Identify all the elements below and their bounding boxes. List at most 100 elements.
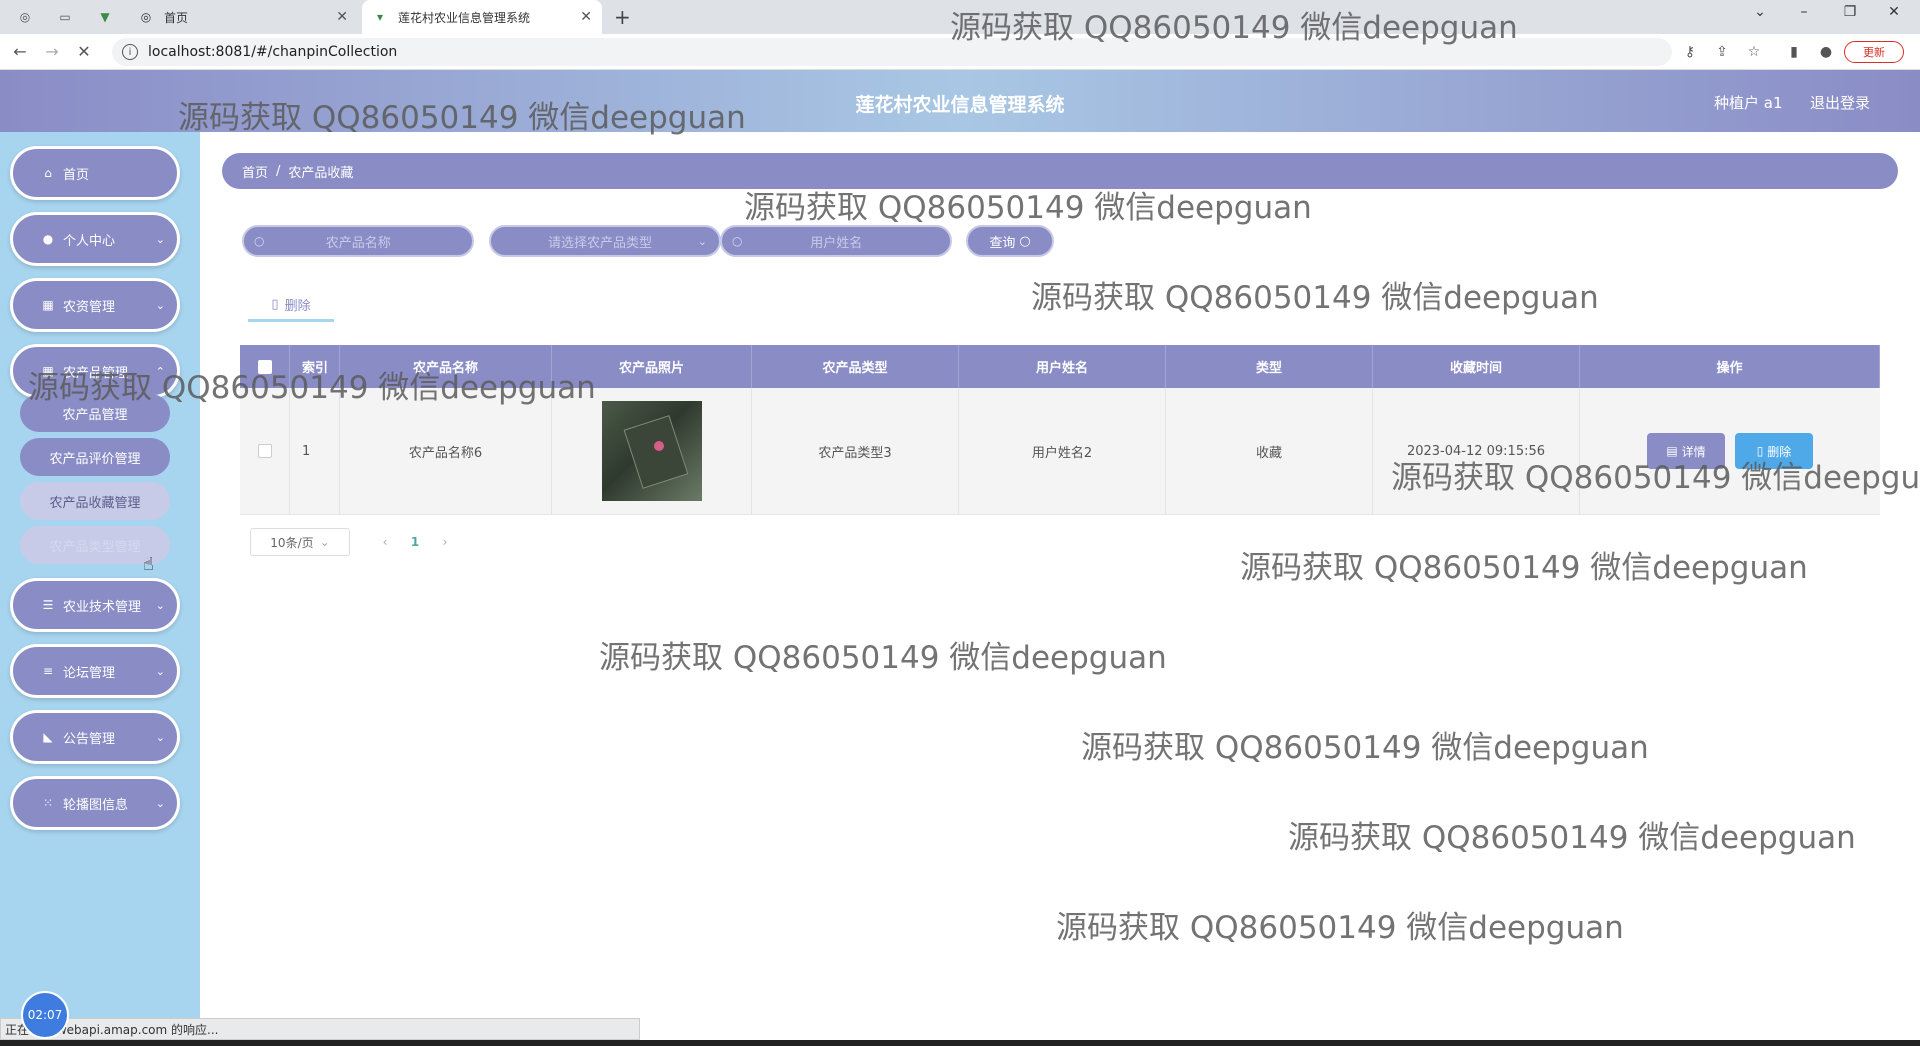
watermark: 源码获取 QQ86050149 微信deepguan (1288, 820, 1856, 856)
sidebar-item-forum[interactable]: ≡ 论坛管理 ⌄ (10, 644, 180, 698)
chevron-down-icon: ⌄ (319, 535, 330, 549)
submenu-product-reviews[interactable]: 农产品评价管理 (20, 438, 170, 476)
browser-update-button[interactable]: 更新 (1844, 41, 1904, 63)
app-header: 莲花村农业信息管理系统 种植户 a1 退出登录 (0, 70, 1920, 132)
detail-button[interactable]: ▤ 详情 (1647, 433, 1725, 469)
sidebar-item-carousel[interactable]: ⁙ 轮播图信息 ⌄ (10, 776, 180, 830)
submenu-product-favorites[interactable]: 农产品收藏管理 (20, 482, 170, 520)
favorite-time-cell: 2023-04-12 09:15:56 (1373, 388, 1580, 514)
product-name-input[interactable]: ○ 农产品名称 (242, 225, 474, 257)
column-header: 农产品类型 (752, 345, 959, 388)
close-icon[interactable]: ✕ (336, 9, 348, 25)
browser-status-bar: 正在等待 webapi.amap.com 的响应... (0, 1018, 640, 1040)
back-icon[interactable]: ← (8, 42, 32, 61)
grid-icon: ▦ (42, 298, 54, 312)
column-header: 农产品名称 (340, 345, 552, 388)
browser-address-bar: ← → ✕ i localhost:8081/#/chanpinCollecti… (0, 34, 1920, 70)
document-icon: ▤ (1666, 444, 1678, 458)
forward-icon[interactable]: → (40, 42, 64, 61)
user-icon: ● (42, 232, 54, 246)
select-all-checkbox[interactable] (257, 359, 272, 374)
page-size-select[interactable]: 10条/页 ⌄ (250, 528, 350, 556)
search-icon: ○ (1019, 233, 1031, 249)
prev-page-icon[interactable]: ‹ (370, 535, 400, 549)
search-icon: ○ (254, 234, 265, 248)
key-icon[interactable]: ⚷ (1680, 44, 1700, 60)
pinned-tab-icon[interactable]: ◎ (16, 8, 34, 26)
star-icon[interactable]: ☆ (1744, 44, 1764, 60)
maximize-icon[interactable]: ❐ (1830, 4, 1870, 20)
sidebar-item-supplies[interactable]: ▦ 农资管理 ⌄ (10, 278, 180, 332)
chevron-down-icon: ⌄ (155, 598, 165, 612)
sidebar-item-profile[interactable]: ● 个人中心 ⌄ (10, 212, 180, 266)
chevron-down-icon: ⌄ (155, 232, 165, 246)
column-header: 索引 (290, 345, 340, 388)
close-icon[interactable]: ✕ (580, 9, 592, 25)
breadcrumb-current: 农产品收藏 (288, 165, 354, 181)
table-row: 1 农产品名称6 农产品类型3 用户姓名2 收藏 2023-04-12 09:1… (240, 388, 1880, 515)
product-photo[interactable] (601, 401, 702, 501)
column-header: 农产品照片 (552, 345, 752, 388)
breadcrumb-home[interactable]: 首页 (242, 162, 268, 181)
minimize-icon[interactable]: – (1784, 4, 1824, 20)
table-header: 索引 农产品名称 农产品照片 农产品类型 用户姓名 类型 收藏时间 操作 (240, 345, 1880, 388)
row-checkbox[interactable] (257, 444, 272, 458)
trash-icon: ▯ (1756, 444, 1764, 458)
column-header: 收藏时间 (1373, 345, 1580, 388)
watermark: 源码获取 QQ86050149 微信deepguan (1056, 910, 1624, 946)
watermark: 源码获取 QQ86050149 微信deepguan (599, 640, 1167, 676)
mouse-cursor-icon: ☝ (143, 554, 154, 575)
chevron-up-icon: ⌃ (155, 364, 165, 378)
products-submenu: 农产品管理 农产品评价管理 农产品收藏管理 农产品类型管理 (20, 394, 170, 570)
browser-tab-bar: ◎ ▭ ▼ ◎ 首页 ✕ ▾ 莲花村农业信息管理系统 ✕ + ⌄ – ❐ ✕ (0, 0, 1920, 34)
taskbar-strip (0, 1040, 1920, 1046)
grid-icon: ▦ (42, 364, 54, 378)
chevron-down-icon: ⌄ (155, 664, 165, 678)
next-page-icon[interactable]: › (430, 535, 460, 549)
new-tab-icon[interactable]: + (614, 5, 631, 29)
pinned-tab-icon[interactable]: ▭ (56, 8, 74, 26)
megaphone-icon: ◣ (43, 730, 53, 744)
logout-link[interactable]: 退出登录 (1810, 92, 1870, 113)
sidebar-item-home[interactable]: ⌂ 首页 (10, 146, 180, 200)
current-user: 种植户 a1 (1714, 94, 1783, 112)
stop-loading-icon[interactable]: ✕ (72, 42, 96, 61)
trash-icon: ▯ (271, 297, 279, 312)
tab-search-icon[interactable]: ⌄ (1740, 4, 1780, 20)
submenu-product-management[interactable]: 农产品管理 (20, 394, 170, 432)
profile-icon[interactable]: ● (1816, 44, 1836, 60)
vue-icon: ▾ (376, 10, 384, 24)
query-button[interactable]: 查询 ○ (966, 225, 1054, 257)
kind-cell: 收藏 (1166, 388, 1373, 514)
chevron-down-icon: ⌄ (155, 298, 165, 312)
delete-button[interactable]: ▯ 删除 (1735, 433, 1813, 469)
batch-delete-button[interactable]: ▯ 删除 (248, 290, 334, 322)
chevron-down-icon: ⌄ (155, 796, 165, 810)
side-panel-icon[interactable]: ▮ (1784, 44, 1804, 60)
globe-icon: ◎ (140, 10, 152, 24)
share-icon[interactable]: ⇪ (1712, 44, 1732, 60)
watermark: 源码获取 QQ86050149 微信deepguan (1031, 280, 1599, 316)
column-header: 用户姓名 (959, 345, 1166, 388)
info-icon[interactable]: i (122, 44, 138, 60)
row-index: 1 (290, 388, 340, 514)
window-close-icon[interactable]: ✕ (1874, 4, 1914, 20)
chevron-down-icon: ⌄ (155, 730, 165, 744)
search-icon: ○ (732, 234, 743, 248)
sidebar-item-notices[interactable]: ◣ 公告管理 ⌄ (10, 710, 180, 764)
sidebar-item-agri-tech[interactable]: ☰ 农业技术管理 ⌄ (10, 578, 180, 632)
recording-timer: 02:07 (21, 991, 69, 1039)
browser-tab-home[interactable]: ◎ 首页 ✕ (128, 0, 358, 34)
product-type-select[interactable]: 请选择农产品类型 ⌄ (489, 225, 721, 257)
url-field[interactable]: i localhost:8081/#/chanpinCollection (112, 38, 1672, 66)
apps-icon: ⁙ (42, 796, 54, 810)
pagination: 10条/页 ⌄ ‹ 1 › (250, 528, 460, 556)
browser-tab-app[interactable]: ▾ 莲花村农业信息管理系统 ✕ (362, 0, 602, 34)
sidebar-item-products[interactable]: ▦ 农产品管理 ⌃ (10, 344, 180, 398)
sidebar: ⌂ 首页 ● 个人中心 ⌄ ▦ 农资管理 ⌄ ▦ 农产品管理 ⌃ 农产品管理 农… (0, 132, 200, 1046)
product-type-cell: 农产品类型3 (752, 388, 959, 514)
page-number[interactable]: 1 (400, 535, 430, 549)
user-name-input[interactable]: ○ 用户姓名 (720, 225, 952, 257)
vue-icon[interactable]: ▼ (96, 8, 114, 26)
favorites-table: 索引 农产品名称 农产品照片 农产品类型 用户姓名 类型 收藏时间 操作 1 农… (240, 345, 1880, 515)
